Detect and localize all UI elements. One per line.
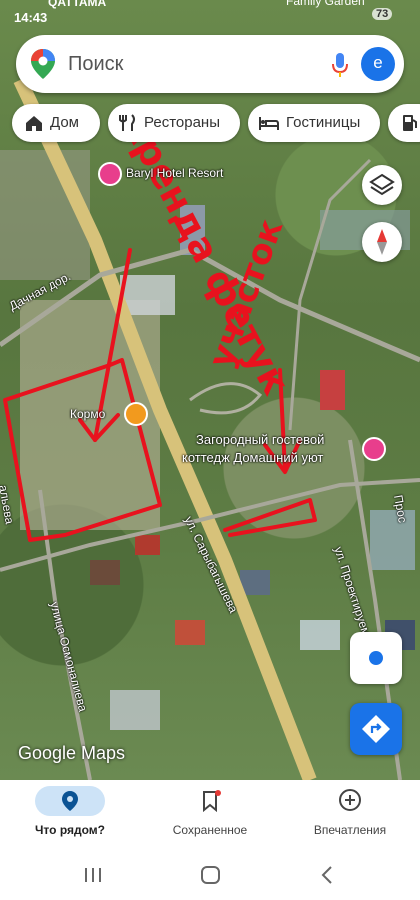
nav-contribute[interactable]: Впечатления [280,780,420,850]
back-icon[interactable] [318,865,336,885]
search-input[interactable]: Поиск [68,53,123,76]
my-location-button[interactable] [350,632,402,684]
maps-pin-logo-icon [31,49,55,79]
layers-icon [369,173,395,196]
chip-restaurants-label: Рестораны [144,114,220,131]
chip-hotels-label: Гостиницы [286,114,361,131]
hotel-icon [259,117,279,130]
hotel-poi-icon[interactable] [98,162,122,186]
home-icon [26,116,42,131]
status-carrier: QATTAMA [48,0,107,9]
home-nav-icon[interactable] [200,865,222,885]
battery-indicator: 73 [372,8,393,20]
google-maps-logo: Google Maps [18,743,126,763]
microphone-icon[interactable] [330,52,350,78]
add-circle-icon [339,789,361,811]
bottom-navigation: Что рядом? Сохраненное Впечатления [0,780,420,850]
directions-button[interactable] [350,703,402,755]
status-time: 14:43 [14,10,48,25]
store-poi-icon[interactable] [124,402,148,426]
label-kormo: Кормо [70,407,106,421]
label-cottage-line1: Загородный гостевой [196,432,325,447]
nav-explore[interactable]: Что рядом? [0,780,140,850]
location-pin-icon [62,791,78,811]
my-location-icon [369,651,383,665]
chip-hotels[interactable]: Гостиницы [248,104,380,142]
nav-saved[interactable]: Сохраненное [140,780,280,850]
bookmark-icon [203,790,221,812]
cottage-poi-icon[interactable] [362,437,386,461]
nav-saved-label: Сохраненное [172,823,248,837]
compass-icon [377,229,387,255]
nav-contribute-label: Впечатления [313,823,387,837]
layers-button[interactable] [362,165,402,205]
chip-home[interactable]: Дом [12,104,100,142]
status-bar: 14:43 QATTAMA Family Garden 73 [0,0,420,25]
nav-explore-label: Что рядом? [35,823,105,837]
label-hotel-resort: Baryl Hotel Resort [126,166,224,180]
label-cottage-line2: коттедж Домашний уют [182,450,324,465]
chip-home-label: Дом [50,114,79,131]
system-navigation-bar [0,850,420,900]
chip-gas-stations[interactable] [388,104,420,142]
chip-restaurants[interactable]: Рестораны [108,104,240,142]
status-place-label: Family Garden [286,0,365,8]
account-avatar[interactable]: e [361,47,395,81]
directions-icon [362,715,390,743]
recent-apps-icon[interactable] [82,866,104,884]
gas-station-icon [403,115,417,131]
fork-knife-icon [119,114,135,131]
compass-button[interactable] [362,222,402,262]
search-bar[interactable]: Поиск e [16,35,404,93]
